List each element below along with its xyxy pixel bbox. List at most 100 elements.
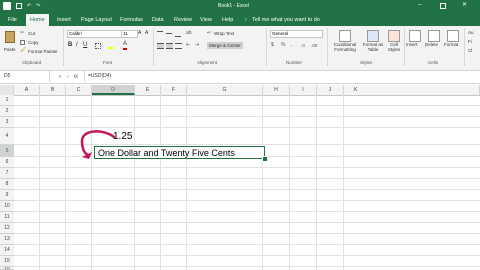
worksheet-grid[interactable]: 1.25 One Dollar and Twenty Five Cents: [14, 95, 480, 270]
copy-button[interactable]: Copy: [28, 40, 39, 45]
autosum-button[interactable]: Au: [468, 30, 474, 35]
formula-input[interactable]: =USD(D4): [84, 71, 480, 82]
accounting-format-icon[interactable]: $: [271, 42, 274, 48]
format-painter-button[interactable]: Format Painter: [28, 49, 58, 54]
row-header[interactable]: 1: [0, 95, 14, 106]
shrink-font-icon[interactable]: A: [145, 30, 148, 36]
undo-icon[interactable]: ↶: [27, 3, 31, 9]
format-cells-label: Format: [444, 42, 459, 47]
align-bottom-icon[interactable]: [175, 31, 181, 37]
tab-view[interactable]: View: [200, 15, 212, 25]
gridline: [14, 105, 480, 106]
row-header[interactable]: 13: [0, 234, 14, 245]
select-all-corner[interactable]: [0, 85, 14, 95]
fill-handle[interactable]: [262, 156, 268, 162]
fill-color-icon[interactable]: [108, 43, 114, 49]
format-cells-button[interactable]: Format: [444, 29, 462, 59]
column-header[interactable]: A: [14, 85, 40, 95]
tab-help[interactable]: Help: [222, 15, 233, 25]
row-header[interactable]: 14: [0, 245, 14, 256]
row-header[interactable]: 12: [0, 223, 14, 234]
align-left-icon[interactable]: [157, 43, 164, 49]
increase-decimal-icon[interactable]: .0: [301, 43, 305, 48]
close-icon[interactable]: ✕: [462, 2, 467, 9]
align-center-icon[interactable]: [166, 43, 173, 49]
save-icon[interactable]: [16, 3, 22, 9]
insert-function-icon[interactable]: fx: [74, 74, 78, 80]
cancel-icon[interactable]: ✕: [58, 74, 62, 79]
paste-icon: [5, 31, 15, 43]
column-header[interactable]: H: [263, 85, 290, 95]
excel-app-icon: [3, 2, 11, 10]
minimize-icon[interactable]: –: [418, 2, 421, 9]
row-header[interactable]: 9: [0, 190, 14, 201]
enter-icon[interactable]: ✓: [66, 74, 70, 79]
tab-formulas[interactable]: Formulas: [120, 15, 143, 25]
tab-insert[interactable]: Insert: [57, 15, 71, 25]
column-header[interactable]: F: [161, 85, 187, 95]
column-header[interactable]: G: [187, 85, 263, 95]
maximize-icon[interactable]: [440, 3, 446, 9]
align-right-icon[interactable]: [175, 43, 182, 49]
tab-file[interactable]: File: [8, 15, 17, 25]
row-header[interactable]: 6: [0, 157, 14, 168]
orientation-icon[interactable]: ab: [186, 30, 192, 36]
align-top-icon[interactable]: [157, 31, 163, 37]
gridline: [14, 116, 480, 117]
decrease-indent-icon[interactable]: ⇤: [186, 42, 190, 48]
comma-style-icon[interactable]: ,: [291, 42, 292, 48]
row-header[interactable]: 2: [0, 106, 14, 117]
align-middle-icon[interactable]: [166, 33, 172, 34]
redo-icon[interactable]: ↷: [36, 3, 40, 9]
name-box[interactable]: D5: [0, 71, 50, 82]
number-format-combo[interactable]: General: [270, 30, 323, 38]
merge-center-button[interactable]: Merge & Center: [207, 42, 243, 49]
row-header[interactable]: 4: [0, 128, 14, 145]
tell-me-search[interactable]: Tell me what you want to do: [252, 15, 320, 25]
column-header[interactable]: C: [66, 85, 92, 95]
bold-icon[interactable]: B: [68, 42, 72, 49]
row-header[interactable]: 11: [0, 212, 14, 223]
percent-style-icon[interactable]: %: [281, 42, 285, 48]
italic-icon[interactable]: I: [76, 42, 78, 49]
cell-styles-label: Cell Styles: [387, 42, 401, 52]
borders-icon[interactable]: [95, 43, 101, 49]
decrease-decimal-icon[interactable]: .00: [311, 43, 317, 48]
tab-home[interactable]: Home: [26, 14, 49, 26]
paste-button[interactable]: Paste: [3, 29, 17, 55]
wrap-text-button[interactable]: Wrap Text: [214, 31, 234, 36]
column-header[interactable]: J: [317, 85, 344, 95]
column-header[interactable]: B: [40, 85, 66, 95]
tab-review[interactable]: Review: [174, 15, 192, 25]
grow-font-icon[interactable]: A: [138, 30, 141, 36]
row-header[interactable]: 10: [0, 201, 14, 212]
clear-button[interactable]: Cl: [468, 48, 472, 53]
tab-page-layout[interactable]: Page Layout: [81, 15, 112, 25]
cut-icon: ✂: [20, 30, 25, 36]
font-name-combo[interactable]: Calibri: [67, 30, 122, 38]
row-header[interactable]: 8: [0, 179, 14, 190]
column-header[interactable]: K: [344, 85, 480, 95]
increase-indent-icon[interactable]: ⇥: [195, 42, 199, 48]
gridline: [14, 244, 480, 245]
font-color-icon[interactable]: A: [123, 41, 128, 50]
conditional-formatting-button[interactable]: Conditional Formatting: [330, 29, 360, 59]
row-header[interactable]: 3: [0, 117, 14, 128]
column-header[interactable]: E: [135, 85, 161, 95]
row-header[interactable]: 5: [0, 145, 14, 157]
alignment-group-label: Alignment: [197, 60, 218, 65]
insert-cells-button[interactable]: Insert: [406, 29, 424, 59]
fill-button[interactable]: Fi: [468, 39, 472, 44]
row-header[interactable]: 15: [0, 256, 14, 267]
underline-icon[interactable]: U: [83, 42, 87, 49]
format-as-table-button[interactable]: Format as Table: [361, 29, 385, 59]
cut-button[interactable]: Cut: [28, 31, 35, 36]
row-header[interactable]: 7: [0, 168, 14, 179]
delete-cells-button[interactable]: Delete: [425, 29, 443, 59]
column-header[interactable]: I: [290, 85, 317, 95]
font-size-combo[interactable]: 11: [121, 30, 138, 38]
wrap-text-icon[interactable]: ↵: [207, 30, 211, 36]
tab-data[interactable]: Data: [152, 15, 164, 25]
cell-styles-button[interactable]: Cell Styles: [386, 29, 402, 59]
column-header[interactable]: D: [92, 85, 135, 95]
